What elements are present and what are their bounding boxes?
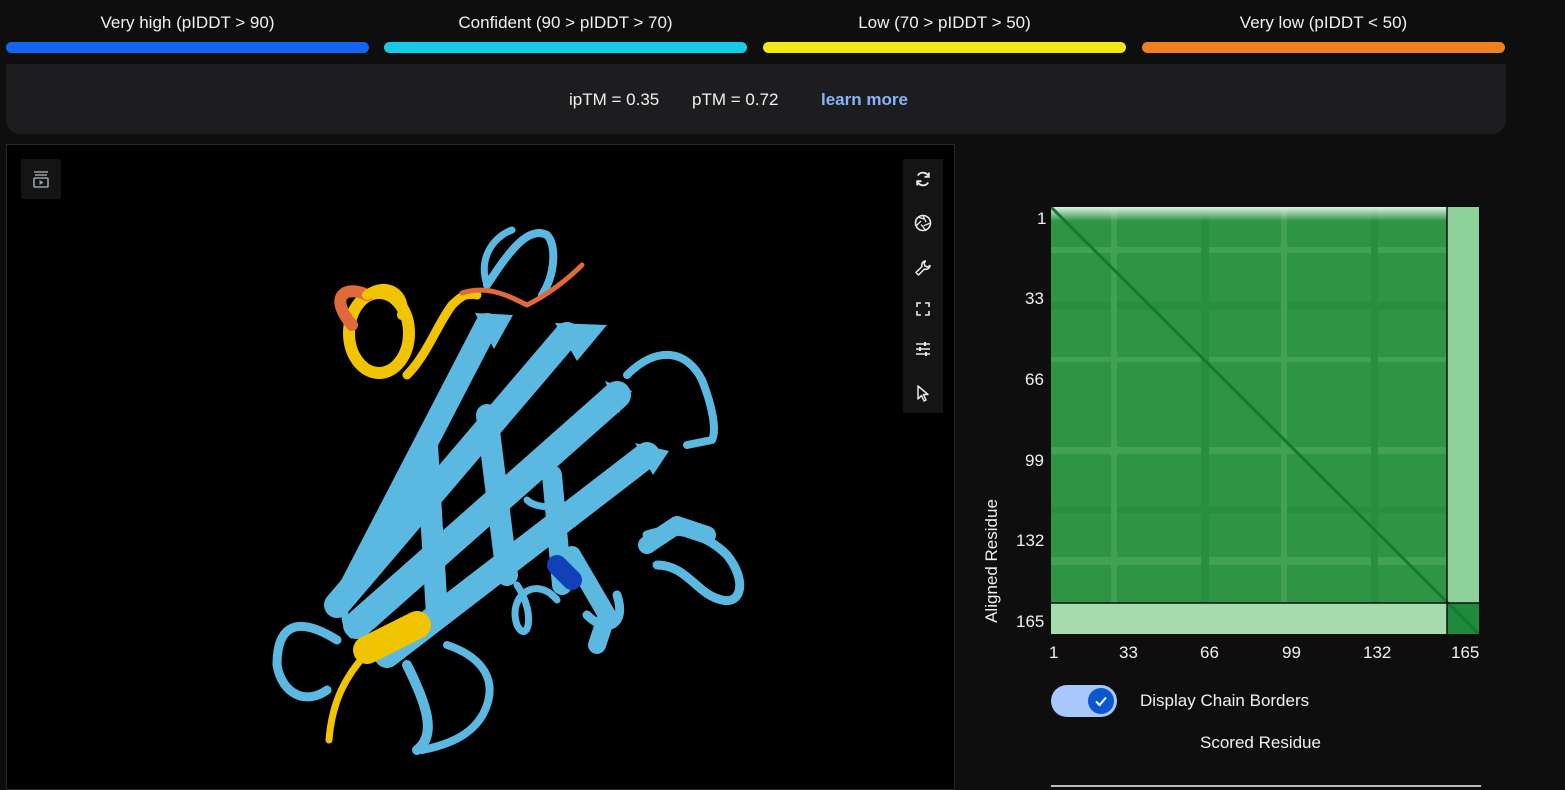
legend-confident: Confident (90 > pIDDT > 70) — [384, 0, 747, 60]
plddt-legend: Very high (pIDDT > 90) Confident (90 > p… — [6, 0, 1506, 60]
y-tick: 66 — [1025, 370, 1044, 389]
y-axis-label: Aligned Residue — [982, 499, 1001, 623]
y-tick: 33 — [1025, 289, 1044, 308]
pae-panel: Aligned Residue 1 33 66 99 132 165 1 33 … — [965, 144, 1495, 790]
chain-borders-toggle[interactable] — [1051, 685, 1117, 717]
learn-more-link[interactable]: learn more — [821, 90, 908, 110]
ptm-value: pTM = 0.72 — [692, 90, 779, 109]
legend-bar — [763, 42, 1126, 53]
toggle-knob — [1088, 688, 1114, 714]
x-tick: 1 — [1049, 643, 1059, 662]
legend-low: Low (70 > pIDDT > 50) — [763, 0, 1126, 60]
legend-very-high: Very high (pIDDT > 90) — [6, 0, 369, 60]
x-tick: 99 — [1282, 643, 1301, 662]
chain-borders-label: Display Chain Borders — [1140, 691, 1310, 710]
legend-bar — [6, 42, 369, 53]
divider — [1051, 785, 1481, 787]
x-tick: 33 — [1119, 643, 1138, 662]
legend-bar — [384, 42, 747, 53]
legend-label: Low (70 > pIDDT > 50) — [858, 13, 1031, 32]
y-tick: 132 — [1016, 531, 1045, 550]
y-tick: 1 — [1037, 209, 1047, 228]
legend-label: Very high (pIDDT > 90) — [100, 13, 275, 32]
x-tick: 132 — [1363, 643, 1392, 662]
pae-heatmap[interactable] — [1051, 207, 1479, 634]
x-tick: 66 — [1200, 643, 1219, 662]
structure-viewer[interactable] — [6, 144, 955, 790]
legend-label: Confident (90 > pIDDT > 70) — [458, 13, 673, 32]
legend-bar — [1142, 42, 1505, 53]
iptm-value: ipTM = 0.35 — [569, 90, 660, 109]
legend-very-low: Very low (pIDDT < 50) — [1142, 0, 1505, 60]
legend-label: Very low (pIDDT < 50) — [1239, 13, 1408, 32]
protein-structure[interactable] — [7, 145, 954, 789]
x-tick: 165 — [1451, 643, 1480, 662]
x-axis-label: Scored Residue — [1200, 733, 1321, 752]
check-icon — [1095, 696, 1107, 707]
y-tick: 165 — [1016, 612, 1045, 631]
y-tick: 99 — [1025, 451, 1044, 470]
confidence-metrics: ipTM = 0.35 pTM = 0.72 learn more — [6, 64, 1506, 134]
